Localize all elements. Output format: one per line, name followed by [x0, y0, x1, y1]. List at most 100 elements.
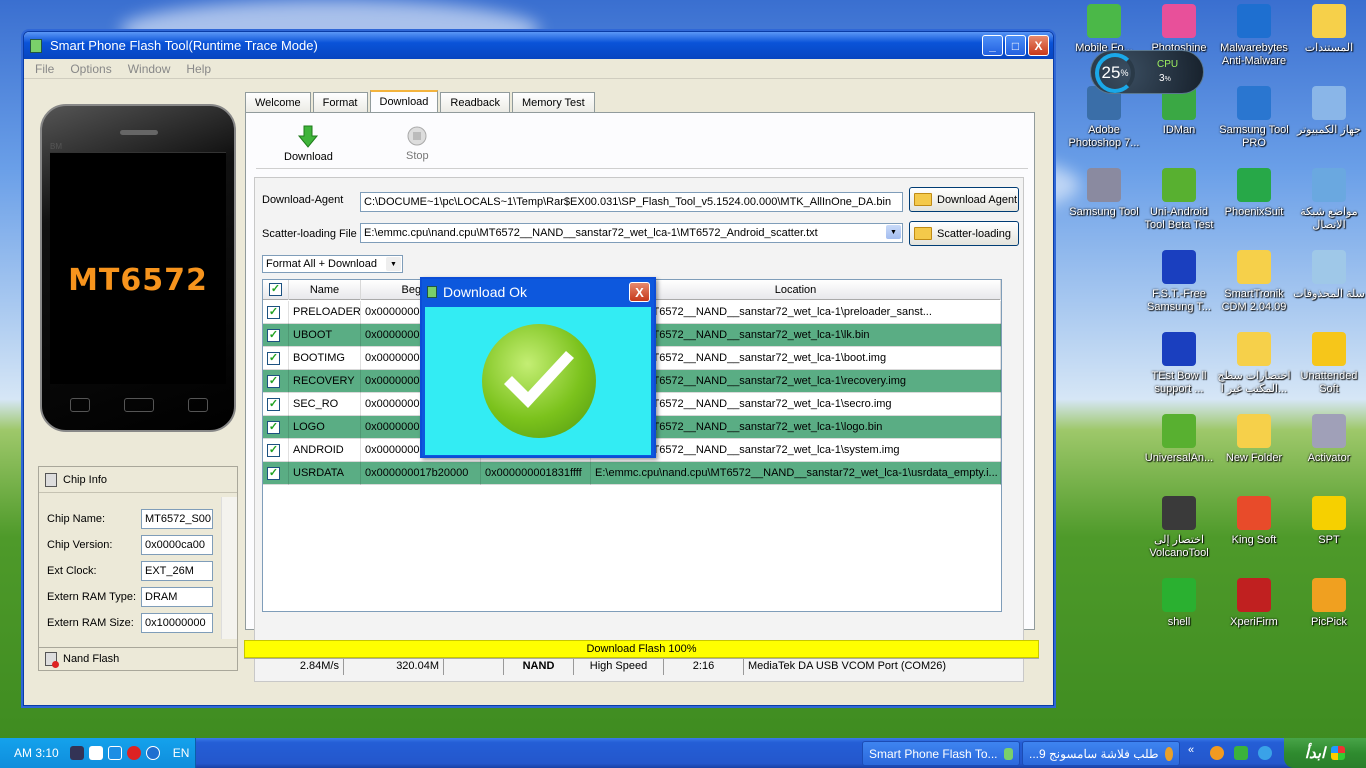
minimize-button[interactable]: _ — [982, 35, 1003, 56]
row-checkbox-cell[interactable]: ✓ — [263, 462, 289, 485]
row-checkbox[interactable]: ✓ — [267, 444, 280, 457]
desktop-icon-label: shell — [1167, 616, 1191, 628]
task-flash-tool[interactable]: Smart Phone Flash To... — [862, 741, 1020, 766]
desktop-icon[interactable]: TEst Bow ll support ... — [1141, 332, 1217, 396]
maximize-button[interactable]: □ — [1005, 35, 1026, 56]
volume-icon[interactable] — [69, 746, 84, 760]
row-checkbox[interactable]: ✓ — [267, 375, 280, 388]
nand-flash-header[interactable]: Nand Flash — [38, 647, 238, 671]
title-bar[interactable]: Smart Phone Flash Tool(Runtime Trace Mod… — [24, 32, 1053, 59]
row-checkbox-cell[interactable]: ✓ — [263, 393, 289, 416]
desktop-icon[interactable]: مواضع شبكة الاتصال — [1291, 168, 1366, 232]
tab-memory-test[interactable]: Memory Test — [511, 92, 595, 112]
chevron-down-icon[interactable]: ▼ — [886, 225, 901, 239]
download-agent-button[interactable]: Download Agent — [909, 187, 1019, 212]
status-storage: NAND — [504, 659, 574, 675]
desktop-icon[interactable]: المستندات — [1291, 4, 1366, 55]
row-checkbox[interactable]: ✓ — [267, 306, 280, 319]
row-checkbox-cell[interactable]: ✓ — [263, 347, 289, 370]
shortcut-icon — [1162, 414, 1196, 448]
desktop-icon[interactable]: shell — [1141, 578, 1217, 629]
menu-options[interactable]: Options — [70, 62, 111, 76]
chip-info-title: Chip Info — [63, 473, 108, 486]
status-speed-mode: High Speed — [574, 659, 664, 675]
task-browser[interactable]: طلب فلاشة سامسونج 9... — [1022, 741, 1180, 766]
download-mode-select[interactable]: Format All + Download ▼ — [262, 255, 403, 273]
select-all-header[interactable]: ✓ — [263, 280, 289, 300]
download-mode-value: Format All + Download — [266, 258, 377, 270]
language-indicator[interactable]: EN — [173, 746, 190, 760]
desktop-icon[interactable]: XperiFirm — [1216, 578, 1292, 629]
download-tool-button[interactable]: Download — [284, 125, 333, 163]
desktop-icon-label: TEst Bow ll support ... — [1151, 370, 1207, 395]
table-row[interactable]: ✓ USRDATA 0x000000017b20000 0x000000001831f… — [263, 462, 1001, 485]
desktop-icon[interactable]: Samsung Tool — [1066, 168, 1142, 219]
desktop-icon[interactable]: F.S.T.-Free Samsung T... — [1141, 250, 1217, 314]
shortcut-icon — [1237, 168, 1271, 202]
select-all-checkbox[interactable]: ✓ — [269, 283, 282, 296]
tab-download[interactable]: Download — [369, 90, 439, 112]
quicklaunch-shield-icon[interactable] — [1258, 746, 1272, 760]
desktop-icon[interactable]: New Folder — [1216, 414, 1292, 465]
row-checkbox-cell[interactable]: ✓ — [263, 301, 289, 324]
desktop-icon[interactable]: PicPick — [1291, 578, 1366, 629]
arrow-icon[interactable] — [145, 746, 160, 760]
desktop-icon[interactable]: Adobe Photoshop 7... — [1066, 86, 1142, 150]
desktop-icon[interactable]: اختصارات سطح المكتب غير ا... — [1216, 332, 1292, 396]
stop-tool-button[interactable]: Stop — [406, 125, 429, 162]
ext-clock-value: EXT_26M — [141, 561, 213, 581]
menu-help[interactable]: Help — [186, 62, 211, 76]
row-checkbox-cell[interactable]: ✓ — [263, 370, 289, 393]
tab-format[interactable]: Format — [312, 92, 368, 112]
shortcut-icon — [1162, 4, 1196, 38]
desktop-icon[interactable]: Mobile Fo... — [1066, 4, 1142, 55]
menu-file[interactable]: File — [35, 62, 54, 76]
desktop-icon[interactable]: سلة المحذوفات — [1291, 250, 1366, 301]
cpu-sub: 3% — [1159, 73, 1171, 84]
row-checkbox-cell[interactable]: ✓ — [263, 324, 289, 347]
desktop-icon[interactable]: Activator — [1291, 414, 1366, 465]
row-checkbox[interactable]: ✓ — [267, 467, 280, 480]
chip-info-header[interactable]: Chip Info — [39, 467, 237, 493]
row-checkbox-cell[interactable]: ✓ — [263, 439, 289, 462]
desktop-icon[interactable]: Samsung Tool PRO — [1216, 86, 1292, 150]
desktop-icon[interactable]: Unattended Soft — [1291, 332, 1366, 396]
tab-readback[interactable]: Readback — [440, 92, 510, 112]
row-name: UBOOT — [289, 324, 361, 347]
scatter-loading-button[interactable]: Scatter-loading — [909, 221, 1019, 246]
dialog-close-button[interactable]: X — [629, 282, 650, 302]
download-agent-path[interactable]: C:\DOCUME~1\pc\LOCALS~1\Temp\Rar$EX00.03… — [360, 192, 903, 212]
menu-window[interactable]: Window — [128, 62, 171, 76]
desktop-icon[interactable]: جهاز الكمبيوتر — [1291, 86, 1366, 137]
dialog-title-bar[interactable]: Download Ok X — [422, 279, 654, 305]
download-toolbar: Download Stop — [256, 121, 1028, 169]
chevron-up-icon[interactable]: « — [1188, 744, 1194, 756]
desktop-icon[interactable]: اختصار إلى VolcanoTool — [1141, 496, 1217, 560]
security-icon[interactable] — [126, 746, 141, 760]
chat-icon[interactable] — [88, 746, 103, 760]
row-checkbox[interactable]: ✓ — [267, 352, 280, 365]
network-icon[interactable] — [107, 746, 122, 760]
close-button[interactable]: X — [1028, 35, 1049, 56]
desktop-icon-label: اختصار إلى VolcanoTool — [1149, 534, 1209, 559]
desktop-icon[interactable]: PhoenixSuit — [1216, 168, 1292, 219]
row-checkbox[interactable]: ✓ — [267, 421, 280, 434]
desktop-icon[interactable]: Photoshine — [1141, 4, 1217, 55]
row-checkbox-cell[interactable]: ✓ — [263, 416, 289, 439]
desktop-icon[interactable]: King Soft — [1216, 496, 1292, 547]
desktop-icon[interactable]: Uni-Android Tool Beta Test — [1141, 168, 1217, 232]
chip-info-scrollbar[interactable] — [221, 497, 237, 639]
row-checkbox[interactable]: ✓ — [267, 329, 280, 342]
desktop-icon[interactable]: UniversalAn... — [1141, 414, 1217, 465]
scatter-path[interactable]: E:\emmc.cpu\nand.cpu\MT6572__NAND__sanst… — [360, 223, 903, 243]
start-button[interactable]: ابدأ — [1284, 738, 1366, 768]
cpu-gadget[interactable]: 25% CPU 3% — [1090, 50, 1204, 94]
quicklaunch-android-icon[interactable] — [1234, 746, 1248, 760]
tray-clock[interactable]: AM 3:10 — [14, 746, 59, 760]
desktop-icon[interactable]: SPT — [1291, 496, 1366, 547]
tab-welcome[interactable]: Welcome — [245, 92, 311, 112]
desktop-icon[interactable]: SmartTronik CDM 2.04.09 — [1216, 250, 1292, 314]
quicklaunch-firefox-icon[interactable] — [1210, 746, 1224, 760]
desktop-icon[interactable]: Malwarebytes Anti-Malware — [1216, 4, 1292, 68]
row-checkbox[interactable]: ✓ — [267, 398, 280, 411]
